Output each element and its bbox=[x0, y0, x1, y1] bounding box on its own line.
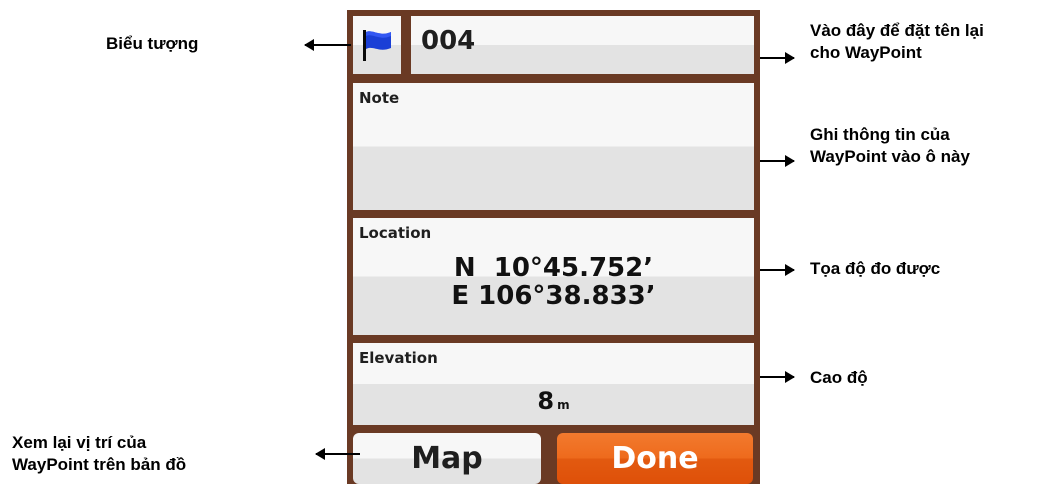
latitude-value: N 10°45.752’ bbox=[453, 253, 654, 283]
note-label: Note bbox=[359, 89, 400, 107]
icon-arrow bbox=[304, 39, 351, 51]
elevation-label: Elevation bbox=[359, 349, 438, 367]
elevation-arrow bbox=[760, 371, 795, 383]
coords-arrow bbox=[760, 264, 795, 276]
coords-annotation-text: Tọa độ đo được bbox=[810, 259, 941, 278]
map-annotation-line2: WayPoint trên bản đồ bbox=[12, 455, 187, 474]
elevation-annotation-text: Cao độ bbox=[810, 368, 868, 387]
rename-annotation: Vào đây để đặt tên lại cho WayPoint bbox=[810, 20, 984, 64]
annotated-waypoint-screen: 004 Note Location N 10°45.752’ E 106°38.… bbox=[0, 0, 1054, 484]
waypoint-symbol-button[interactable] bbox=[353, 16, 401, 74]
note-annotation-line1: Ghi thông tin của bbox=[810, 125, 950, 144]
note-arrow bbox=[760, 155, 795, 167]
waypoint-name-field[interactable]: 004 bbox=[411, 16, 754, 74]
longitude-value: E 106°38.833’ bbox=[451, 281, 656, 311]
elevation-annotation: Cao độ bbox=[810, 367, 868, 389]
location-label: Location bbox=[359, 224, 432, 242]
blue-flag-icon bbox=[363, 30, 391, 61]
map-arrow bbox=[315, 448, 360, 460]
elevation-value: 8 bbox=[537, 387, 555, 415]
waypoint-edit-screen: 004 Note Location N 10°45.752’ E 106°38.… bbox=[347, 10, 760, 484]
map-annotation-line1: Xem lại vị trí của bbox=[12, 433, 147, 452]
map-annotation: Xem lại vị trí của WayPoint trên bản đồ bbox=[12, 432, 186, 476]
rename-arrow bbox=[760, 52, 795, 64]
icon-annotation-text: Biểu tượng bbox=[106, 34, 199, 53]
done-button[interactable]: Done bbox=[557, 433, 753, 484]
elevation-field[interactable]: Elevation 8m bbox=[353, 343, 754, 425]
note-annotation-line2: WayPoint vào ô này bbox=[810, 147, 970, 166]
rename-annotation-line2: cho WayPoint bbox=[810, 43, 922, 62]
elevation-unit: m bbox=[557, 398, 570, 412]
location-field[interactable]: Location N 10°45.752’ E 106°38.833’ bbox=[353, 218, 754, 335]
coords-annotation: Tọa độ đo được bbox=[810, 258, 940, 280]
note-annotation: Ghi thông tin của WayPoint vào ô này bbox=[810, 124, 970, 168]
note-field[interactable]: Note bbox=[353, 83, 754, 210]
map-button[interactable]: Map bbox=[353, 433, 541, 484]
coordinates: N 10°45.752’ E 106°38.833’ bbox=[353, 254, 754, 310]
elevation-readout: 8m bbox=[353, 387, 754, 415]
rename-annotation-line1: Vào đây để đặt tên lại bbox=[810, 21, 984, 40]
waypoint-name-value: 004 bbox=[421, 26, 476, 56]
icon-annotation: Biểu tượng bbox=[106, 33, 198, 55]
